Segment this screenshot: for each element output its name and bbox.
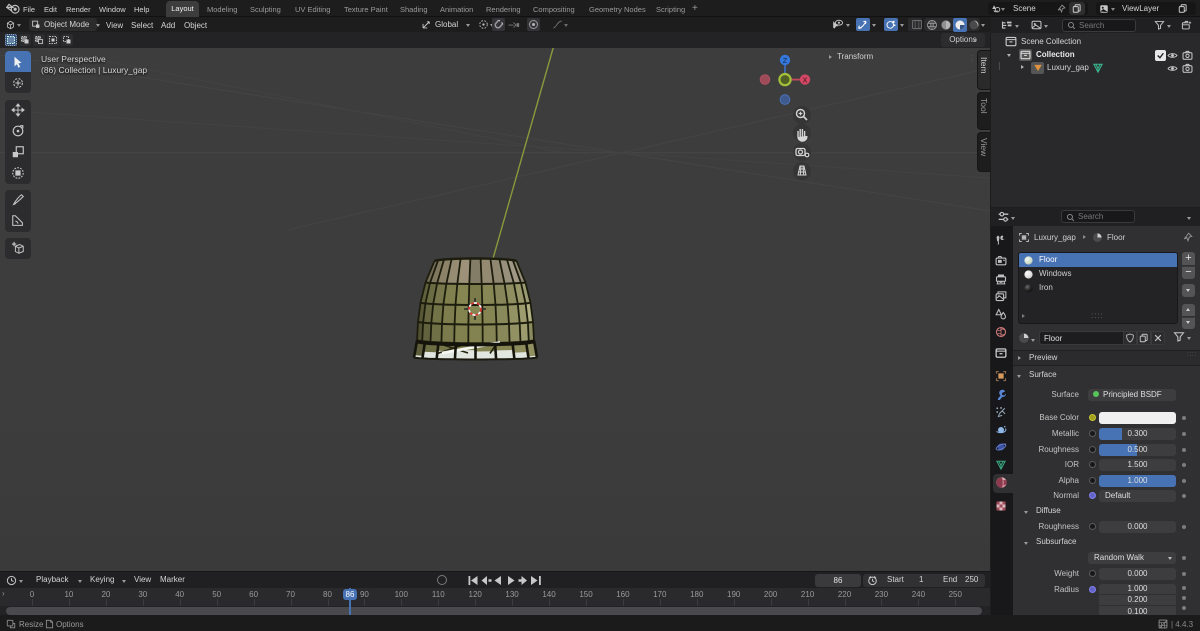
svg-text:Z: Z — [783, 58, 788, 65]
svg-text:X: X — [803, 78, 808, 85]
